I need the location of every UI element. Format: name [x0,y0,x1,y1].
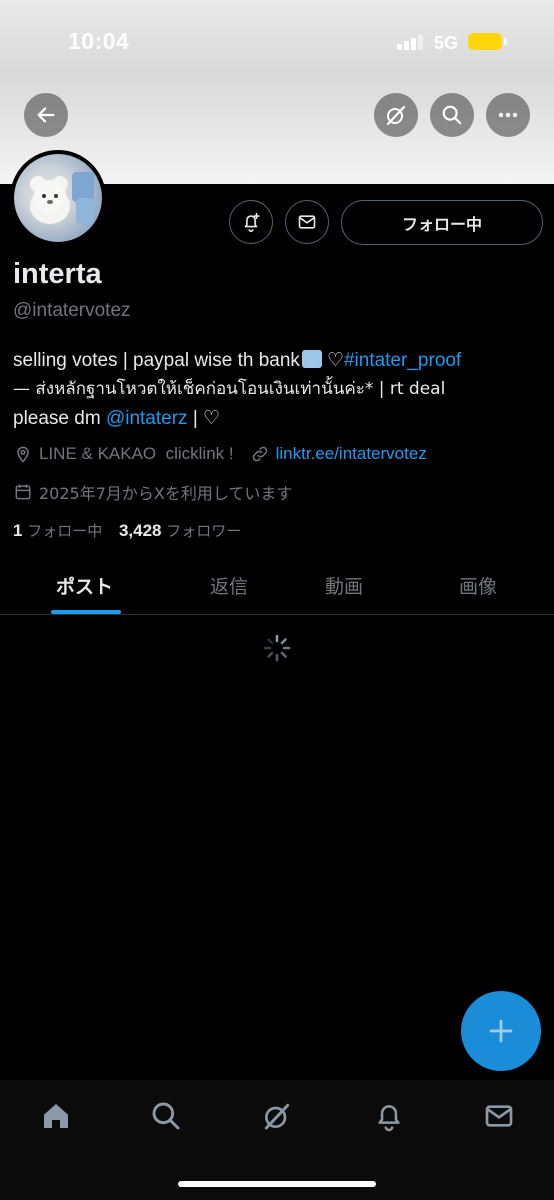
location-text: LINE & KAKAO clicklink ! [39,444,234,463]
avatar-image [14,154,102,242]
joined-row: 2025年7月からXを利用しています [13,480,292,504]
message-button[interactable] [285,200,329,244]
follow-stats: 1 フォロー中 3,428 フォロワー [13,520,241,541]
calendar-icon [15,484,31,500]
hashtag-link[interactable]: #intater_proof [344,350,461,371]
bio-text: please dm [13,408,106,429]
search-icon[interactable] [150,1100,182,1132]
profile-bio: selling votes | paypal wise th bank ♡#int… [13,346,543,433]
grok-icon [386,105,406,126]
following-button[interactable]: フォロー中 [341,200,543,245]
mail-icon [298,215,316,229]
plus-icon [489,1019,513,1043]
status-time: 10:04 [68,28,130,54]
bio-line-2: — ส่งหลักฐานโหวตให้เช็คก่อนโอนเงินเท่านั… [13,379,446,399]
tab-divider [0,614,554,615]
search-button[interactable] [430,93,474,137]
compose-button[interactable] [461,991,541,1071]
bio-line-1: selling votes | paypal wise th bank ♡#int… [13,346,543,375]
followers-count: 3,428 [118,521,162,540]
following-stat[interactable]: 1 フォロー中 [13,521,102,540]
following-count: 1 [13,521,23,540]
grok-button[interactable] [374,93,418,137]
ballot-box-emoji-icon [301,350,322,368]
bio-text: | ♡ [187,408,221,429]
back-arrow-icon [37,107,55,123]
bio-line-3: please dm @intaterz | ♡ [13,404,543,433]
bio-text: selling votes | paypal wise th bank [13,350,300,371]
tab-posts[interactable]: ポスト [56,572,113,599]
followers-label: フォロワー [166,522,242,540]
notifications-icon[interactable] [373,1100,405,1132]
more-icon [498,112,518,118]
home-indicator[interactable] [178,1181,376,1187]
grok-icon[interactable] [261,1100,293,1132]
more-button[interactable] [486,93,530,137]
heart-symbol: ♡ [326,350,344,371]
network-label: 5G [434,33,459,53]
joined-text: 2025年7月からXを利用しています [39,484,293,503]
mention-link[interactable]: @intaterz [106,408,188,429]
link-icon [252,446,267,462]
followers-stat[interactable]: 3,428 フォロワー [119,521,241,540]
profile-name: interta [13,258,102,290]
search-icon [442,105,462,125]
loading-spinner-icon [263,634,291,662]
profile-handle: @intatervotez [13,300,131,321]
battery-cap [504,38,507,45]
home-icon[interactable] [40,1100,72,1132]
signal-icon [397,34,423,50]
location-icon [17,446,29,463]
following-label: フォロー中 [27,522,103,540]
battery-icon [468,33,502,50]
back-button[interactable] [24,93,68,137]
messages-icon[interactable] [483,1100,515,1132]
notification-bell-plus-icon [244,212,260,232]
avatar[interactable] [10,150,106,246]
website-link[interactable]: linktr.ee/intatervotez [276,444,427,464]
notification-button[interactable] [229,200,273,244]
profile-meta-row: LINE & KAKAO clicklink ! linktr.ee/intat… [13,444,427,464]
tab-replies[interactable]: 返信 [210,572,248,599]
tab-videos[interactable]: 動画 [325,572,363,599]
tab-images[interactable]: 画像 [459,572,497,599]
